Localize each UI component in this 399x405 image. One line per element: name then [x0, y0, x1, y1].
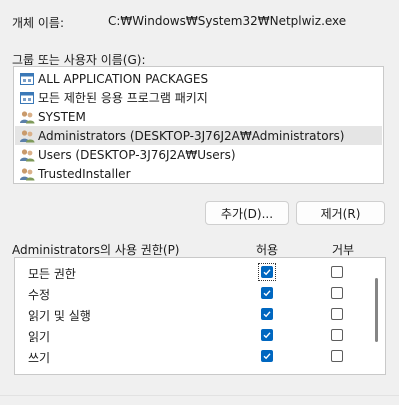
allow-checkbox[interactable] [261, 266, 273, 278]
permission-label: 모든 권한 [28, 267, 76, 281]
permission-row-full-control: 모든 권한 [15, 262, 370, 283]
users-icon [20, 129, 35, 142]
users-icon [20, 110, 35, 123]
checkmark-icon [263, 290, 271, 297]
list-item-all-app-packages[interactable]: ALL APPLICATION PACKAGES [15, 69, 382, 88]
users-icon [20, 148, 35, 161]
list-item-administrators[interactable]: Administrators (DESKTOP-3J76J2A₩Administ… [15, 126, 382, 145]
add-button[interactable]: 추가(D)... [205, 201, 289, 225]
allow-checkbox[interactable] [261, 308, 273, 320]
package-group-icon [20, 91, 34, 104]
remove-button[interactable]: 제거(R) [296, 201, 385, 225]
allow-checkbox[interactable] [261, 287, 273, 299]
list-item-label: 모든 제한된 응용 프로그램 패키지 [38, 91, 208, 105]
permission-row-modify: 수정 [15, 283, 370, 304]
permission-label: 읽기 및 실행 [28, 309, 91, 323]
vertical-scrollbar[interactable] [375, 278, 378, 342]
deny-checkbox[interactable] [331, 266, 343, 278]
permission-label: 수정 [28, 288, 51, 302]
list-item-users[interactable]: Users (DESKTOP-3J76J2A₩Users) [15, 145, 382, 164]
allow-checkbox[interactable] [261, 329, 273, 341]
checkmark-icon [263, 311, 271, 318]
allow-column-header: 허용 [256, 243, 279, 257]
package-group-icon [20, 72, 34, 85]
deny-checkbox[interactable] [331, 308, 343, 320]
list-item-label: Users (DESKTOP-3J76J2A₩Users) [38, 147, 236, 162]
divider [0, 395, 399, 396]
users-icon [20, 167, 35, 180]
permissions-table[interactable]: 모든 권한 수정 읽기 및 실행 읽기 쓰기 [14, 257, 386, 375]
deny-checkbox[interactable] [331, 287, 343, 299]
permissions-title: Administrators의 사용 권한(P) [12, 243, 180, 257]
deny-checkbox[interactable] [331, 329, 343, 341]
list-item-system[interactable]: SYSTEM [15, 107, 382, 126]
list-item-trustedinstaller[interactable]: TrustedInstaller [15, 164, 382, 183]
list-item-restricted-app-packages[interactable]: 모든 제한된 응용 프로그램 패키지 [15, 88, 382, 107]
group-user-list[interactable]: ALL APPLICATION PACKAGES 모든 제한된 응용 프로그램 … [13, 66, 384, 184]
deny-column-header: 거부 [332, 243, 355, 257]
checkmark-icon [263, 269, 271, 276]
permission-row-read: 읽기 [15, 325, 370, 346]
permission-row-write: 쓰기 [15, 346, 370, 367]
list-item-label: TrustedInstaller [38, 166, 131, 181]
object-name-value: C:₩Windows₩System32₩Netplwiz.exe [108, 14, 347, 28]
checkmark-icon [263, 332, 271, 339]
list-item-label: Administrators (DESKTOP-3J76J2A₩Administ… [38, 128, 345, 143]
object-name-label: 개체 이름: [12, 16, 65, 30]
list-item-label: ALL APPLICATION PACKAGES [38, 71, 209, 86]
allow-checkbox[interactable] [261, 350, 273, 362]
permission-label: 읽기 [28, 330, 51, 344]
list-item-label: SYSTEM [38, 109, 86, 124]
deny-checkbox[interactable] [331, 350, 343, 362]
checkmark-icon [263, 353, 271, 360]
permission-row-read-execute: 읽기 및 실행 [15, 304, 370, 325]
permission-label: 쓰기 [28, 351, 51, 365]
